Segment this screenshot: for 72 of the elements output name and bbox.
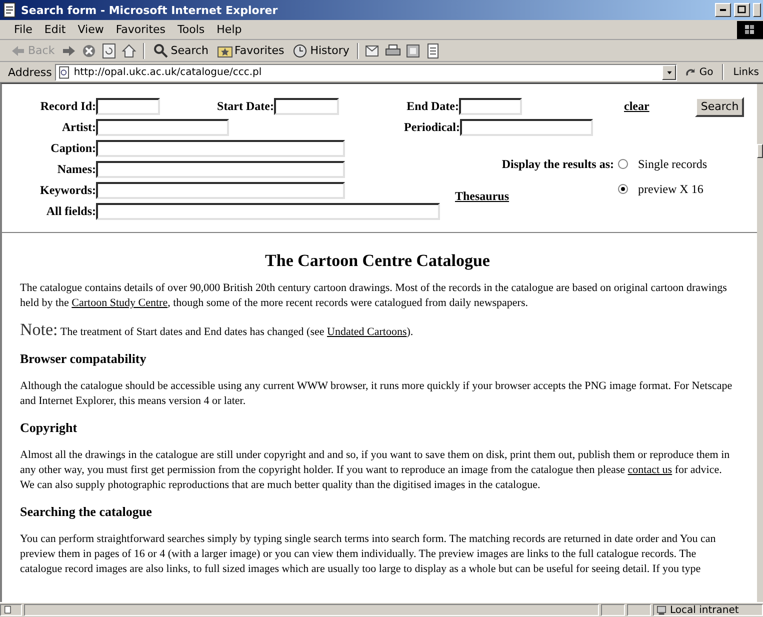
mail-icon (365, 42, 382, 58)
menu-item[interactable]: View (72, 22, 110, 37)
menu-item[interactable]: Edit (38, 22, 72, 37)
clock-icon (292, 42, 308, 58)
radio-label: Single records (638, 156, 707, 172)
refresh-icon (100, 42, 117, 58)
page-icon (3, 605, 13, 615)
maximize-icon (737, 5, 747, 15)
search-button[interactable]: Search (695, 96, 744, 116)
search-icon (152, 42, 169, 58)
radio-button[interactable] (618, 159, 628, 169)
section-heading: Browser compatability (20, 351, 148, 367)
paragraph: Although the catalogue should be accessible using any current WWW browser, it runs more quickly if your browser accepts the PNG image format. For Netscape and Internet Explorer, this means version 4 or later. (20, 379, 734, 409)
field-label: Start Date: (216, 99, 274, 114)
thesaurus-link[interactable]: Thesaurus (440, 189, 614, 204)
section-heading: Copyright (20, 420, 78, 436)
display-label: Display the results as: (500, 156, 614, 172)
paragraph: Almost all the drawings in the catalogue are still under copyright and and so, if you want to save them on disk, print them out, publish them or reproduce them in any other way, you must first get permission from the copyright holder. If you want to reproduce an image from the catalogue then please contact us for advice. We can also supply photographic reproductions that are much better quality than the digitised images in the catalogue. (20, 448, 731, 493)
note-paragraph: Note:The treatment of Start dates and End dates has changed (see Undated Cartoons). (20, 322, 414, 340)
field-label: Caption: (50, 141, 96, 156)
menu-item[interactable]: Favorites (110, 22, 172, 37)
text-link[interactable]: Cartoon Study Centre (72, 297, 168, 309)
menu-item[interactable]: Help (210, 22, 248, 37)
status-panel (601, 604, 625, 616)
radio-button[interactable] (618, 184, 628, 194)
clear-link[interactable]: clear (624, 99, 650, 114)
address-label: Address (8, 66, 52, 78)
page-icon (425, 42, 442, 58)
radio-label: preview X 16 (638, 182, 704, 196)
text-field[interactable] (96, 203, 440, 220)
go-button[interactable]: Go (680, 66, 718, 78)
paragraph: The catalogue contains details of over 90,000 British 20th century cartoon drawings. Most of the records in the catalogue are based on original cartoon drawings held by the Cartoon Study Centre, though some of the more recent records were catalogued from daily newspapers. (20, 281, 728, 311)
text-field[interactable] (96, 98, 160, 115)
text-field[interactable] (96, 119, 229, 136)
text-field[interactable] (459, 98, 522, 115)
field-label: Keywords: (39, 183, 96, 198)
printer-icon (385, 42, 402, 58)
text-field[interactable] (96, 140, 345, 157)
status-zone: Local intranet (653, 604, 763, 616)
toolbar-button[interactable]: History (290, 42, 352, 58)
dropdown-button[interactable] (662, 64, 676, 80)
text-field[interactable] (96, 182, 345, 199)
field-label: End Date: (406, 99, 459, 114)
field-label: Periodical: (403, 120, 460, 135)
links-button[interactable]: Links (729, 66, 763, 78)
field-label: Artist: (61, 120, 96, 135)
text-field[interactable] (460, 119, 593, 136)
maximize-button[interactable] (734, 3, 750, 17)
home-icon (120, 42, 137, 58)
stop-icon (80, 42, 97, 58)
paragraph: You can perform straightforward searches simply by typing single search terms into search form. The matching records are returned in date order and You can preview them in pages of 16 or 4 (with a larger image) or you can view them individually. The preview images are links to the full catalogue records. The catalogue record images are also links, to full sized images which are usually too large to display as a whole but can be useful for seeing detail. If you type (20, 532, 717, 577)
minimize-button[interactable] (715, 3, 731, 17)
page-icon (58, 66, 71, 78)
window-title: Search form - Microsoft Internet Explorer (21, 4, 279, 16)
address-field[interactable]: http://opal.ukc.ac.uk/catalogue/ccc.pl (54, 64, 678, 80)
toolbar-button[interactable]: Search (150, 42, 211, 58)
menu-item[interactable]: File (8, 22, 38, 37)
toolbar-button[interactable]: Favorites (214, 42, 286, 58)
page-title: The Cartoon Centre Catalogue (264, 251, 491, 271)
text-field[interactable] (96, 161, 345, 178)
field-label: Names: (56, 162, 96, 177)
field-label: All fields: (45, 204, 96, 219)
status-panel (627, 604, 651, 616)
browser-page-icon (2, 2, 18, 18)
close-button[interactable] (753, 3, 761, 17)
minimize-icon (720, 9, 726, 11)
field-label: Record Id: (39, 99, 96, 114)
text-link[interactable]: Undated Cartoons (327, 326, 407, 338)
section-heading: Searching the catalogue (20, 504, 153, 520)
menu-item[interactable]: Tools (172, 22, 211, 37)
text-field[interactable] (274, 98, 339, 115)
text-link[interactable]: contact us (628, 464, 672, 476)
